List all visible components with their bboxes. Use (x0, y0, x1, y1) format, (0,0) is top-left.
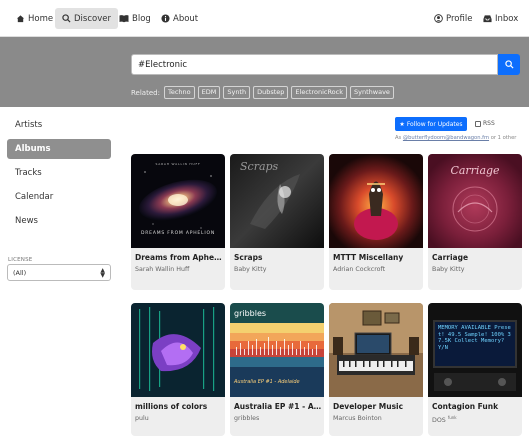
album-artist[interactable]: Sarah Wallin Huff (135, 266, 189, 273)
album-art (329, 303, 423, 397)
album-title[interactable]: Scraps (234, 253, 322, 262)
album-art (131, 303, 225, 397)
rss-icon (475, 120, 481, 127)
album-title[interactable]: Dreams from Aphelion (135, 253, 223, 262)
nav-blog[interactable]: Blog (112, 8, 158, 29)
home-icon (16, 15, 25, 23)
nav-blog-label: Blog (132, 13, 151, 24)
follow-button[interactable]: ★ Follow for Updates (395, 117, 467, 131)
album-card[interactable]: MEMORY AVAILABLE Preset! 49.5 Sample! 10… (428, 303, 522, 436)
tag-synth[interactable]: Synth (223, 86, 251, 99)
album-art: SARAH WALLIN HUFF DREAMS FROM APHELION (131, 154, 225, 248)
art-title-text: DREAMS FROM APHELION (141, 230, 215, 236)
info-icon (161, 14, 170, 23)
album-card[interactable]: Developer Music Marcus Bointon (329, 303, 423, 436)
album-title[interactable]: MTTT Miscellany (333, 253, 421, 262)
album-artist[interactable]: pulu (135, 415, 149, 422)
search-button[interactable] (498, 54, 520, 75)
search-input-value: #Electronic (138, 59, 188, 70)
art-bottom-text: Australia EP #1 - Adelaide (233, 379, 300, 385)
follow-button-label: Follow for Updates (406, 120, 463, 128)
album-title[interactable]: Contagion Funk (432, 402, 520, 411)
search-icon (62, 14, 71, 23)
tag-edm[interactable]: EDM (197, 86, 221, 99)
tag-techno[interactable]: Techno (163, 86, 195, 99)
album-art: MEMORY AVAILABLE Preset! 49.5 Sample! 10… (428, 303, 522, 397)
follow-as-line: As @butterflydoom@bandwagon.fm or 1 othe… (395, 135, 516, 141)
art-top-text: SARAH WALLIN HUFF (155, 162, 200, 166)
album-title[interactable]: Carriage (432, 253, 520, 262)
related-tags: Related: Techno EDM Synth Dubstep Electr… (131, 86, 397, 99)
profile-icon (434, 14, 443, 23)
album-artist[interactable]: Marcus Bointon (333, 415, 382, 422)
art-title-text: Scraps (240, 160, 279, 173)
sidebar-item-tracks[interactable]: Tracks (7, 163, 111, 183)
select-arrows-icon: ▲ ▼ (100, 267, 105, 279)
album-artist[interactable]: Adrian Cockcroft (333, 266, 385, 273)
album-card[interactable]: Carriage Carriage Baby Kitty (428, 154, 522, 290)
nav-home-label: Home (28, 13, 54, 24)
album-artist[interactable]: Baby Kitty (432, 266, 464, 273)
nav-home[interactable]: Home (9, 8, 60, 29)
nav-about-label: About (173, 13, 199, 24)
follow-as-prefix: As (395, 135, 403, 141)
tag-electronicrock[interactable]: ElectronicRock (291, 86, 348, 99)
nav-profile[interactable]: Profile (427, 8, 479, 29)
blog-icon (119, 15, 129, 23)
album-card[interactable]: MTTT Miscellany Adrian Cockcroft (329, 154, 423, 290)
sidebar-item-albums[interactable]: Albums (7, 139, 111, 159)
nav-profile-label: Profile (446, 13, 473, 24)
tag-synthwave[interactable]: Synthwave (350, 86, 394, 99)
nav-discover[interactable]: Discover (55, 8, 118, 29)
album-art: Carriage (428, 154, 522, 248)
art-title-text: MEMORY AVAILABLE Preset! 49.5 Sample! 10… (438, 325, 511, 351)
nav-inbox[interactable]: Inbox (476, 8, 525, 29)
top-nav: Home Discover Blog About Profile Inbox (0, 0, 529, 37)
inbox-icon (483, 15, 492, 23)
nav-discover-label: Discover (74, 13, 111, 24)
album-artist-sup: funk (447, 415, 457, 420)
album-card[interactable]: gribbles Australia EP #1 - Adelaide Aust… (230, 303, 324, 436)
art-title-text: gribbles (234, 309, 266, 318)
sidebar: Artists Albums Tracks Calendar News LICE… (0, 107, 118, 436)
sidebar-item-news[interactable]: News (7, 211, 111, 231)
album-card[interactable]: Scraps Scraps Baby Kitty (230, 154, 324, 290)
sidebar-item-artists[interactable]: Artists (7, 115, 111, 135)
album-artist[interactable]: gribbles (234, 415, 259, 422)
related-label: Related: (131, 88, 160, 97)
sidebar-item-calendar[interactable]: Calendar (7, 187, 111, 207)
license-select-value: (All) (13, 268, 27, 277)
search-input[interactable]: #Electronic (131, 54, 498, 75)
tag-dubstep[interactable]: Dubstep (253, 86, 289, 99)
rss-link[interactable]: RSS (475, 120, 495, 127)
album-title[interactable]: Australia EP #1 - Ad... (234, 402, 322, 411)
album-title[interactable]: millions of colors (135, 402, 223, 411)
album-artist[interactable]: DOS funk (432, 415, 457, 424)
art-title-text: Carriage (450, 164, 500, 177)
album-art (329, 154, 423, 248)
search-hero: #Electronic Related: Techno EDM Synth Du… (0, 37, 529, 107)
album-art: Scraps (230, 154, 324, 248)
album-artist[interactable]: Baby Kitty (234, 266, 266, 273)
license-select[interactable]: (All) ▲ ▼ (7, 264, 111, 281)
follow-as-handle[interactable]: @butterflydoom@bandwagon.fm (403, 135, 489, 141)
star-icon: ★ (399, 120, 405, 128)
follow-as-suffix: or 1 other (489, 135, 517, 141)
album-card[interactable]: millions of colors pulu (131, 303, 225, 436)
license-label: LICENSE (8, 257, 33, 263)
album-artist-name: DOS (432, 417, 446, 425)
nav-about[interactable]: About (154, 8, 205, 29)
album-title[interactable]: Developer Music (333, 402, 421, 411)
album-art: gribbles Australia EP #1 - Adelaide (230, 303, 324, 397)
album-card[interactable]: SARAH WALLIN HUFF DREAMS FROM APHELION D… (131, 154, 225, 290)
search-icon (504, 60, 514, 69)
nav-inbox-label: Inbox (495, 13, 519, 24)
rss-label: RSS (483, 120, 495, 127)
